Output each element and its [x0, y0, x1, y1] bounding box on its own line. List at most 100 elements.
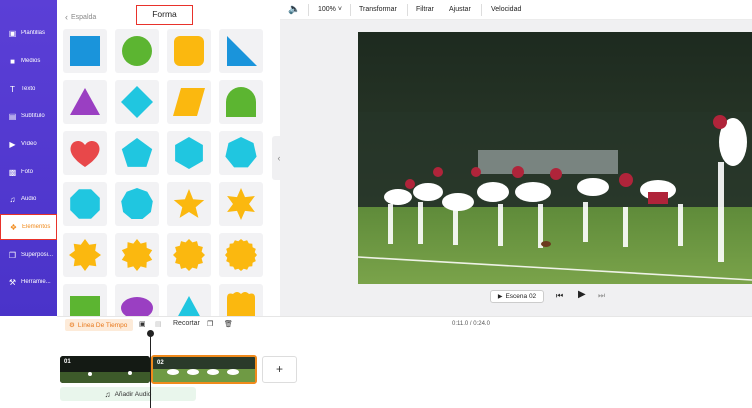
split-icon[interactable]: ▣	[139, 320, 146, 328]
shape-burst-16[interactable]	[219, 233, 263, 277]
zoom-select[interactable]: 100% ˅	[318, 6, 342, 13]
clip-image	[60, 356, 150, 383]
photo-icon: ▩	[8, 167, 17, 177]
sidebar-item-tools[interactable]: ⚒ Herramie...	[0, 269, 57, 295]
freeze-icon[interactable]: ▤	[155, 320, 162, 328]
shape-right-triangle[interactable]	[219, 29, 263, 73]
overlay-icon: ❐	[8, 250, 17, 260]
chevron-down-icon: ˅	[337, 6, 342, 13]
music-note-icon: ♫	[104, 389, 111, 399]
clip-image	[153, 357, 255, 382]
sidebar-item-label: Plantillas	[21, 30, 46, 36]
elements-icon: ❖	[9, 222, 18, 232]
chevron-left-icon: ‹	[65, 12, 68, 22]
shape-burst-8[interactable]	[63, 233, 107, 277]
shape-triangle-small[interactable]	[167, 284, 211, 316]
play-icon[interactable]: ▶	[578, 289, 586, 300]
shape-rounded-square[interactable]	[167, 29, 211, 73]
shape-ellipse[interactable]	[115, 284, 159, 316]
divider	[407, 4, 408, 16]
shape-star-5[interactable]	[167, 182, 211, 226]
shape-diamond[interactable]	[115, 80, 159, 124]
sidebar-item-templates[interactable]: ▣ Plantillas	[0, 20, 57, 46]
sidebar-item-photo[interactable]: ▩ Foto	[0, 159, 57, 185]
scene-label: Escena 02	[505, 293, 537, 300]
sidebar-item-overlay[interactable]: ❐ Superposi...	[0, 242, 57, 268]
parallelogram-icon	[173, 88, 205, 116]
playhead[interactable]	[150, 334, 151, 408]
playhead-handle[interactable]	[147, 330, 154, 337]
media-icon: ■	[10, 56, 15, 66]
sidebar-item-label: Medios	[21, 58, 41, 64]
add-audio-label: Añadir Audio	[114, 390, 152, 398]
shape-octagon[interactable]	[63, 182, 107, 226]
sidebar-item-label: Herramie...	[21, 279, 51, 285]
shape-circle[interactable]	[115, 29, 159, 73]
filter-button[interactable]: Filtrar	[416, 6, 434, 13]
shape-heart[interactable]	[63, 131, 107, 175]
sidebar-item-audio[interactable]: ♫ Audio	[0, 186, 57, 212]
rounded-square-icon	[174, 36, 204, 66]
speed-button[interactable]: Velocidad	[491, 6, 521, 13]
triangle-small-icon	[178, 296, 200, 316]
timeline-toggle[interactable]: ⚙ Línea De Tiempo	[65, 319, 133, 331]
tools-icon: ⚒	[8, 277, 17, 287]
divider	[350, 4, 351, 16]
arch-icon	[226, 87, 256, 117]
timeline-label: Línea De Tiempo	[77, 321, 128, 329]
shape-parallelogram[interactable]	[167, 80, 211, 124]
add-audio-button[interactable]: ♫ Añadir Audio	[60, 387, 196, 401]
shape-triangle[interactable]	[63, 80, 107, 124]
template-icon: ▣	[8, 28, 17, 38]
adjust-button[interactable]: Ajustar	[449, 6, 471, 13]
triangle-icon	[70, 88, 100, 115]
hexagon-icon	[175, 137, 203, 169]
sidebar-item-subtitle[interactable]: ▤ Subtítulo	[0, 103, 57, 129]
shape-square[interactable]	[63, 29, 107, 73]
back-label: Espalda	[71, 13, 97, 21]
speaker-icon[interactable]: 🔈	[288, 4, 300, 15]
shape-rectangle[interactable]	[63, 284, 107, 316]
back-button[interactable]: ‹ Espalda	[65, 12, 96, 22]
video-preview[interactable]	[358, 32, 752, 284]
previous-icon[interactable]: ⏮	[556, 291, 563, 301]
sidebar-item-text[interactable]: T Texto	[0, 76, 57, 102]
play-icon: ▶	[497, 294, 503, 300]
shape-burst-10[interactable]	[115, 233, 159, 277]
shapes-panel: ‹ Espalda Forma	[57, 0, 272, 316]
shape-scalloped[interactable]	[219, 284, 263, 316]
next-icon[interactable]: ⏭	[598, 291, 605, 301]
scalloped-icon	[227, 292, 255, 316]
shape-hexagon[interactable]	[167, 131, 211, 175]
clip-thumbnail-selected[interactable]: 02	[151, 355, 257, 384]
burst-12-icon	[173, 239, 205, 271]
shape-pentagon[interactable]	[115, 131, 159, 175]
shape-arch[interactable]	[219, 80, 263, 124]
clip-thumbnail[interactable]: 01	[60, 356, 150, 383]
timecode: 0:11.0 / 0:24.0	[452, 321, 490, 327]
shape-heptagon[interactable]	[219, 131, 263, 175]
sidebar-item-video[interactable]: ▶ Vídeo	[0, 131, 57, 157]
shape-nonagon[interactable]	[115, 182, 159, 226]
sidebar-item-label: Foto	[21, 169, 34, 175]
shape-star-6[interactable]	[219, 182, 263, 226]
sidebar-item-media[interactable]: ■ Medios	[0, 48, 57, 74]
star-6-icon	[227, 188, 255, 220]
transform-button[interactable]: Transformar	[359, 6, 397, 13]
video-icon: ▶	[9, 139, 16, 149]
zoom-value: 100%	[318, 6, 336, 13]
duplicate-icon[interactable]: ❐	[207, 320, 213, 328]
trash-icon[interactable]: 🗑	[224, 320, 233, 328]
add-clip-button[interactable]: +	[262, 356, 297, 383]
nonagon-icon	[121, 188, 153, 219]
text-icon: T	[10, 84, 15, 94]
audio-icon: ♫	[9, 194, 16, 204]
scene-play-button[interactable]: ▶ Escena 02	[490, 290, 544, 303]
crop-button[interactable]: Recortar	[173, 320, 200, 327]
pentagon-icon	[121, 138, 153, 167]
shape-burst-12[interactable]	[167, 233, 211, 277]
sidebar-item-label: Elementos	[22, 224, 51, 230]
panel-title: Forma	[136, 5, 193, 25]
square-icon	[70, 36, 100, 66]
sidebar-item-elements[interactable]: ❖ Elementos	[0, 214, 57, 240]
